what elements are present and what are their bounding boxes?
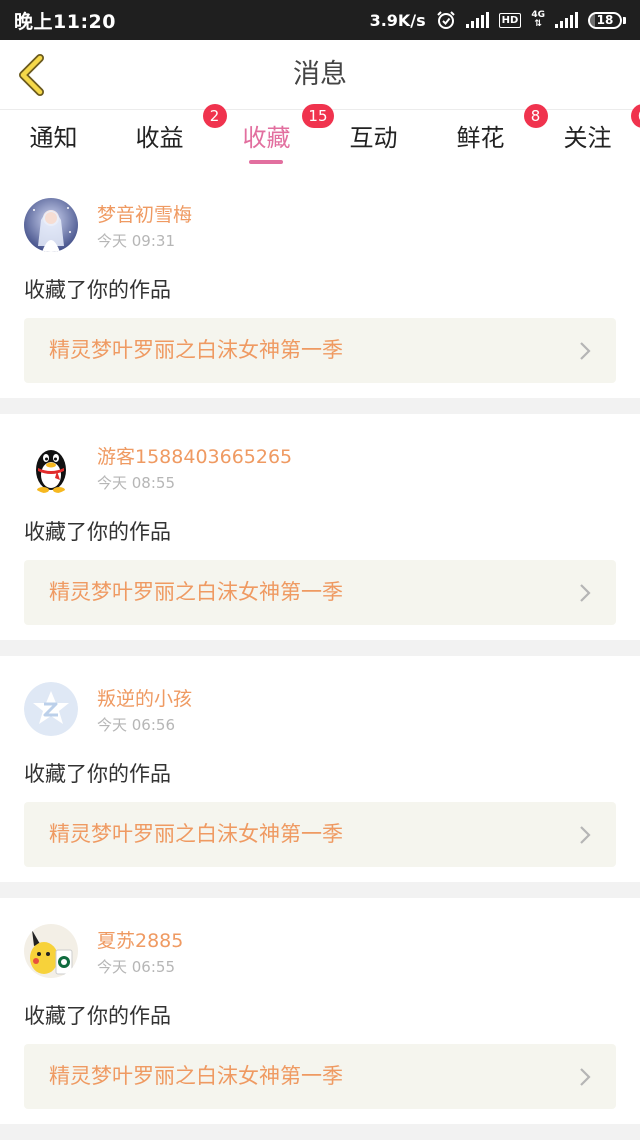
chevron-right-icon bbox=[576, 824, 594, 846]
tab-flowers[interactable]: 鲜花8 bbox=[427, 110, 534, 172]
tab-follows[interactable]: 关注6 bbox=[534, 110, 640, 172]
anime-girl-avatar bbox=[24, 198, 78, 252]
chevron-right-icon bbox=[576, 340, 594, 362]
timestamp: 今天 09:31 bbox=[97, 230, 175, 251]
timestamp: 今天 08:55 bbox=[97, 472, 175, 493]
penguin-avatar bbox=[24, 440, 78, 494]
divider bbox=[0, 882, 640, 898]
default-z-avatar bbox=[24, 682, 78, 736]
active-tab-indicator bbox=[249, 160, 283, 164]
pikachu-avatar bbox=[24, 924, 78, 978]
avatar[interactable] bbox=[24, 682, 78, 736]
work-link[interactable]: 精灵梦叶罗丽之白沫女神第一季 bbox=[24, 318, 616, 383]
divider bbox=[0, 398, 640, 414]
action-text: 收藏了你的作品 bbox=[24, 516, 171, 546]
list-item: 游客1588403665265 今天 08:55 收藏了你的作品 精灵梦叶罗丽之… bbox=[0, 414, 640, 640]
avatar[interactable] bbox=[24, 440, 78, 494]
tab-label: 鲜花8 bbox=[457, 110, 505, 166]
work-link[interactable]: 精灵梦叶罗丽之白沫女神第一季 bbox=[24, 560, 616, 625]
username[interactable]: 夏苏2885 bbox=[97, 926, 183, 953]
tab-interactions[interactable]: 互动 bbox=[320, 110, 427, 172]
tab-label: 通知 bbox=[30, 110, 78, 166]
work-title: 精灵梦叶罗丽之白沫女神第一季 bbox=[49, 338, 343, 362]
status-right: 3.9K/s HD 4G ⇅ 18 bbox=[370, 10, 626, 30]
work-link[interactable]: 精灵梦叶罗丽之白沫女神第一季 bbox=[24, 802, 616, 867]
tab-label: 互动 bbox=[350, 110, 398, 166]
hd-icon: HD bbox=[499, 13, 522, 28]
tab-label: 关注6 bbox=[564, 110, 612, 166]
avatar[interactable] bbox=[24, 924, 78, 978]
signal-icon bbox=[466, 12, 489, 28]
username[interactable]: 叛逆的小孩 bbox=[97, 684, 192, 711]
alarm-icon bbox=[436, 10, 456, 30]
divider bbox=[0, 640, 640, 656]
status-bar: 晚上11:20 3.9K/s HD 4G ⇅ 18 bbox=[0, 0, 640, 40]
chevron-right-icon bbox=[576, 1066, 594, 1088]
work-title: 精灵梦叶罗丽之白沫女神第一季 bbox=[49, 822, 343, 846]
signal-icon-2 bbox=[555, 12, 578, 28]
message-list: 梦音初雪梅 今天 09:31 收藏了你的作品 精灵梦叶罗丽之白沫女神第一季 游客… bbox=[0, 172, 640, 1140]
tab-earnings[interactable]: 收益2 bbox=[106, 110, 213, 172]
tab-label: 收益2 bbox=[136, 110, 184, 166]
battery-level: 18 bbox=[597, 13, 614, 27]
action-text: 收藏了你的作品 bbox=[24, 1000, 171, 1030]
work-link[interactable]: 精灵梦叶罗丽之白沫女神第一季 bbox=[24, 1044, 616, 1109]
tab-label: 收藏15 bbox=[243, 110, 291, 166]
page-title: 消息 bbox=[0, 40, 640, 110]
username[interactable]: 梦音初雪梅 bbox=[97, 200, 192, 227]
tab-notifications[interactable]: 通知 bbox=[0, 110, 107, 172]
list-item: 夏苏2885 今天 06:55 收藏了你的作品 精灵梦叶罗丽之白沫女神第一季 bbox=[0, 898, 640, 1124]
tab-bar: 通知 收益2 收藏15 互动 鲜花8 关注6 bbox=[0, 110, 640, 172]
timestamp: 今天 06:55 bbox=[97, 956, 175, 977]
work-title: 精灵梦叶罗丽之白沫女神第一季 bbox=[49, 1064, 343, 1088]
avatar[interactable] bbox=[24, 198, 78, 252]
action-text: 收藏了你的作品 bbox=[24, 274, 171, 304]
action-text: 收藏了你的作品 bbox=[24, 758, 171, 788]
status-time: 晚上11:20 bbox=[14, 7, 116, 34]
list-item: 叛逆的小孩 今天 06:56 收藏了你的作品 精灵梦叶罗丽之白沫女神第一季 bbox=[0, 656, 640, 882]
header: 消息 bbox=[0, 40, 640, 110]
work-title: 精灵梦叶罗丽之白沫女神第一季 bbox=[49, 580, 343, 604]
timestamp: 今天 06:56 bbox=[97, 714, 175, 735]
list-item: 梦音初雪梅 今天 09:31 收藏了你的作品 精灵梦叶罗丽之白沫女神第一季 bbox=[0, 172, 640, 398]
network-speed: 3.9K/s bbox=[370, 11, 426, 30]
username[interactable]: 游客1588403665265 bbox=[97, 442, 292, 469]
signal-4g-icon: 4G ⇅ bbox=[531, 11, 545, 29]
battery-icon: 18 bbox=[588, 12, 626, 29]
chevron-right-icon bbox=[576, 582, 594, 604]
